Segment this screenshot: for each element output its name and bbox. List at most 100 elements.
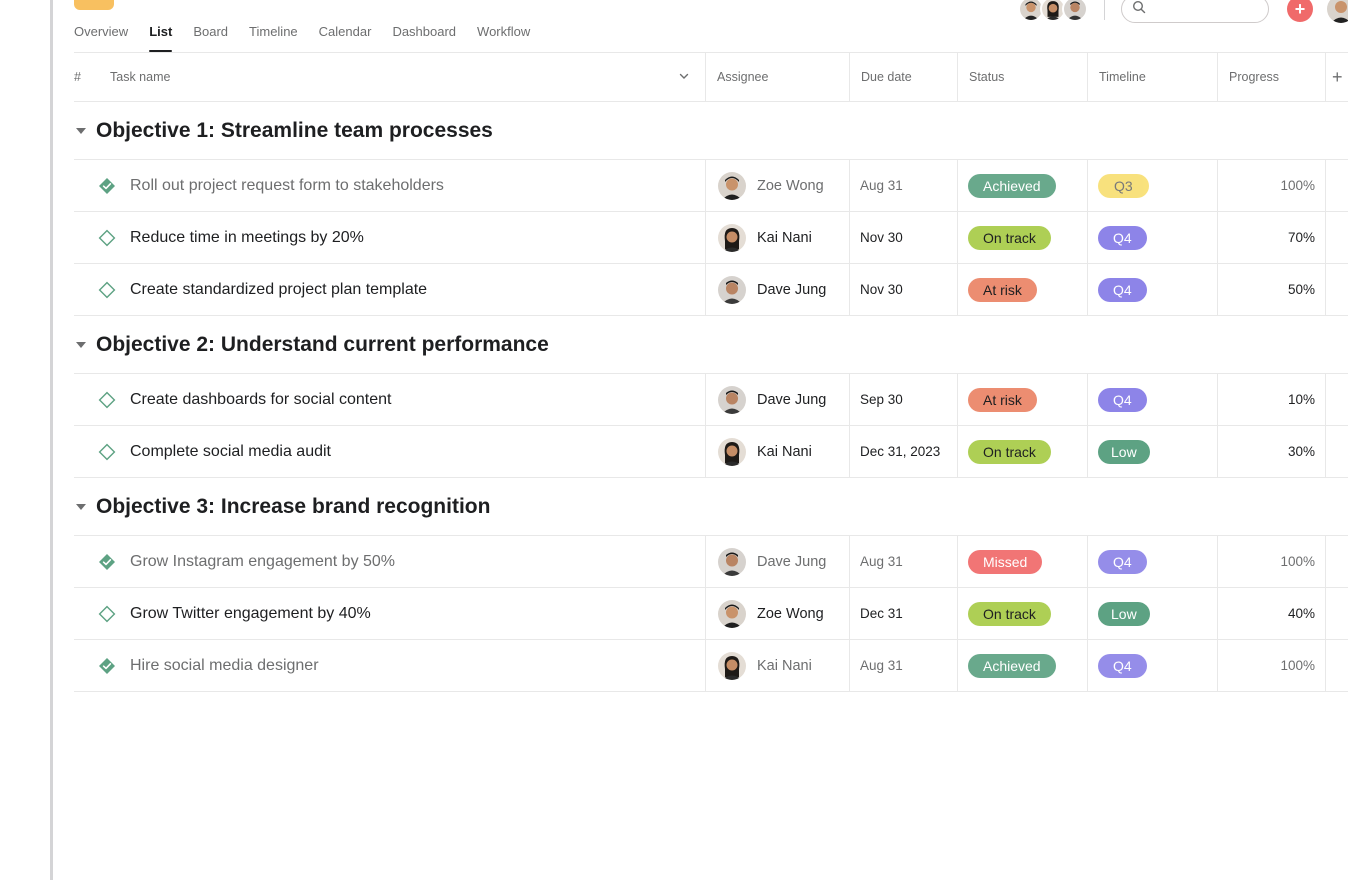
tab-dashboard[interactable]: Dashboard bbox=[392, 16, 456, 52]
check-diamond-filled-icon[interactable] bbox=[98, 177, 116, 195]
task-name-cell[interactable]: Create standardized project plan templat… bbox=[74, 264, 706, 315]
assignee-cell[interactable]: Zoe Wong bbox=[706, 160, 850, 211]
progress-cell[interactable]: 10% bbox=[1218, 374, 1326, 425]
search-input[interactable] bbox=[1121, 0, 1269, 23]
check-diamond-outline-icon[interactable] bbox=[98, 443, 116, 461]
progress-cell[interactable]: 50% bbox=[1218, 264, 1326, 315]
progress-cell[interactable]: 100% bbox=[1218, 536, 1326, 587]
status-cell[interactable]: At risk bbox=[958, 374, 1088, 425]
progress-cell[interactable]: 100% bbox=[1218, 640, 1326, 691]
caret-down-icon[interactable] bbox=[76, 503, 86, 510]
column-header-progress[interactable]: Progress bbox=[1218, 53, 1326, 101]
due-date-cell[interactable]: Aug 31 bbox=[850, 640, 958, 691]
status-cell[interactable]: At risk bbox=[958, 264, 1088, 315]
status-cell[interactable]: Achieved bbox=[958, 160, 1088, 211]
section-header[interactable]: Objective 1: Streamline team processes bbox=[74, 102, 1348, 160]
assignee-name: Dave Jung bbox=[757, 281, 827, 298]
status-badge: At risk bbox=[968, 277, 1037, 302]
timeline-cell[interactable]: Q4 bbox=[1088, 212, 1218, 263]
task-name-cell[interactable]: Roll out project request form to stakeho… bbox=[74, 160, 706, 211]
caret-down-icon[interactable] bbox=[76, 341, 86, 348]
column-header-due-date[interactable]: Due date bbox=[850, 53, 958, 101]
timeline-badge: Q4 bbox=[1098, 387, 1147, 412]
due-date-cell[interactable]: Sep 30 bbox=[850, 374, 958, 425]
assignee-cell[interactable]: Dave Jung bbox=[706, 536, 850, 587]
add-column-button[interactable]: + bbox=[1326, 53, 1348, 101]
task-name-cell[interactable]: Reduce time in meetings by 20% bbox=[74, 212, 706, 263]
status-cell[interactable]: On track bbox=[958, 426, 1088, 477]
timeline-cell[interactable]: Q4 bbox=[1088, 374, 1218, 425]
due-date-cell[interactable]: Aug 31 bbox=[850, 160, 958, 211]
timeline-cell[interactable]: Q3 bbox=[1088, 160, 1218, 211]
due-date-cell[interactable]: Aug 31 bbox=[850, 536, 958, 587]
avatar bbox=[718, 651, 746, 680]
assignee-cell[interactable]: Kai Nani bbox=[706, 426, 850, 477]
task-name-cell[interactable]: Complete social media audit bbox=[74, 426, 706, 477]
progress-cell[interactable]: 100% bbox=[1218, 160, 1326, 211]
status-cell[interactable]: On track bbox=[958, 588, 1088, 639]
table-row[interactable]: Create standardized project plan templat… bbox=[74, 264, 1348, 316]
add-button[interactable]: + bbox=[1287, 0, 1313, 22]
tab-calendar[interactable]: Calendar bbox=[319, 16, 372, 52]
due-date-cell[interactable]: Dec 31 bbox=[850, 588, 958, 639]
timeline-cell[interactable]: Low bbox=[1088, 426, 1218, 477]
assignee-cell[interactable]: Kai Nani bbox=[706, 212, 850, 263]
task-name-cell[interactable]: Create dashboards for social content bbox=[74, 374, 706, 425]
progress-cell[interactable]: 70% bbox=[1218, 212, 1326, 263]
table-row[interactable]: Complete social media audit Kai Nani Dec 3… bbox=[74, 426, 1348, 478]
tab-workflow[interactable]: Workflow bbox=[477, 16, 530, 52]
table-row[interactable]: Grow Twitter engagement by 40% Zoe Wong De… bbox=[74, 588, 1348, 640]
chevron-down-icon[interactable] bbox=[679, 70, 689, 84]
check-diamond-outline-icon[interactable] bbox=[98, 391, 116, 409]
section-title: Objective 1: Streamline team processes bbox=[96, 118, 493, 142]
table-row[interactable]: Create dashboards for social content Dave… bbox=[74, 374, 1348, 426]
tab-overview[interactable]: Overview bbox=[74, 16, 128, 52]
progress-cell[interactable]: 30% bbox=[1218, 426, 1326, 477]
column-header-assignee[interactable]: Assignee bbox=[706, 53, 850, 101]
task-name-cell[interactable]: Grow Instagram engagement by 50% bbox=[74, 536, 706, 587]
timeline-cell[interactable]: Low bbox=[1088, 588, 1218, 639]
task-name-cell[interactable]: Grow Twitter engagement by 40% bbox=[74, 588, 706, 639]
due-date-cell[interactable]: Dec 31, 2023 bbox=[850, 426, 958, 477]
table-row[interactable]: Roll out project request form to stakeho… bbox=[74, 160, 1348, 212]
due-date-cell[interactable]: Nov 30 bbox=[850, 264, 958, 315]
due-date-cell[interactable]: Nov 30 bbox=[850, 212, 958, 263]
assignee-name: Kai Nani bbox=[757, 229, 812, 246]
check-diamond-outline-icon[interactable] bbox=[98, 281, 116, 299]
project-icon[interactable] bbox=[74, 0, 114, 10]
table-row[interactable]: Hire social media designer Kai Nani Aug 31… bbox=[74, 640, 1348, 692]
tab-board[interactable]: Board bbox=[193, 16, 228, 52]
progress-cell[interactable]: 40% bbox=[1218, 588, 1326, 639]
check-diamond-outline-icon[interactable] bbox=[98, 229, 116, 247]
assignee-cell[interactable]: Dave Jung bbox=[706, 374, 850, 425]
timeline-badge: Low bbox=[1098, 601, 1150, 626]
avatar bbox=[718, 223, 746, 252]
section-header[interactable]: Objective 2: Understand current performa… bbox=[74, 316, 1348, 374]
status-cell[interactable]: On track bbox=[958, 212, 1088, 263]
section-header[interactable]: Objective 3: Increase brand recognition bbox=[74, 478, 1348, 536]
assignee-cell[interactable]: Zoe Wong bbox=[706, 588, 850, 639]
column-header-task-name[interactable]: # Task name bbox=[74, 53, 706, 101]
check-diamond-filled-icon[interactable] bbox=[98, 553, 116, 571]
check-diamond-filled-icon[interactable] bbox=[98, 657, 116, 675]
timeline-cell[interactable]: Q4 bbox=[1088, 536, 1218, 587]
tab-timeline[interactable]: Timeline bbox=[249, 16, 298, 52]
status-badge: At risk bbox=[968, 387, 1037, 412]
members-avatar-stack[interactable] bbox=[1018, 0, 1088, 22]
table-row[interactable]: Reduce time in meetings by 20% Kai Nani No… bbox=[74, 212, 1348, 264]
column-header-status[interactable]: Status bbox=[958, 53, 1088, 101]
task-name-cell[interactable]: Hire social media designer bbox=[74, 640, 706, 691]
assignee-cell[interactable]: Dave Jung bbox=[706, 264, 850, 315]
caret-down-icon[interactable] bbox=[76, 127, 86, 134]
tab-list[interactable]: List bbox=[149, 16, 173, 52]
timeline-cell[interactable]: Q4 bbox=[1088, 264, 1218, 315]
assignee-cell[interactable]: Kai Nani bbox=[706, 640, 850, 691]
status-cell[interactable]: Missed bbox=[958, 536, 1088, 587]
check-diamond-outline-icon[interactable] bbox=[98, 605, 116, 623]
timeline-cell[interactable]: Q4 bbox=[1088, 640, 1218, 691]
status-cell[interactable]: Achieved bbox=[958, 640, 1088, 691]
table-row[interactable]: Grow Instagram engagement by 50% Dave Jun… bbox=[74, 536, 1348, 588]
column-header-timeline[interactable]: Timeline bbox=[1088, 53, 1218, 101]
avatar[interactable] bbox=[1327, 0, 1348, 23]
empty-cell bbox=[1326, 264, 1348, 315]
